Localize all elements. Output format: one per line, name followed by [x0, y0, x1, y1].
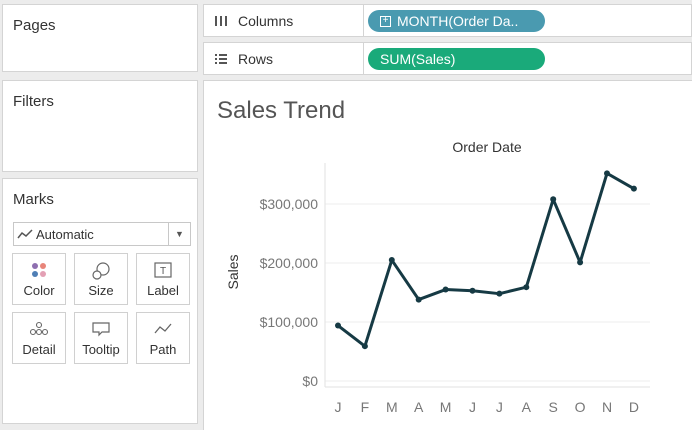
- line-chart[interactable]: $0$100,000$200,000$300,000J F M A M J J A S O N DOr…: [204, 81, 692, 430]
- size-icon: [75, 262, 127, 280]
- svg-text:T: T: [160, 266, 166, 277]
- columns-label-text: Columns: [238, 12, 294, 29]
- detail-icon: [13, 321, 65, 337]
- pages-title: Pages: [13, 17, 56, 34]
- label-button[interactable]: T Label: [136, 253, 190, 305]
- x-tick-label: D: [629, 399, 639, 415]
- x-tick-label: J: [335, 399, 342, 415]
- data-point[interactable]: [496, 290, 503, 297]
- tooltip-icon: [75, 321, 127, 337]
- line-mark-icon: [14, 228, 36, 240]
- data-point[interactable]: [415, 296, 422, 303]
- data-point[interactable]: [523, 284, 530, 291]
- sum-sales-pill[interactable]: SUM(Sales): [368, 48, 545, 70]
- x-tick-label: N: [602, 399, 612, 415]
- y-tick-label: $200,000: [260, 255, 319, 271]
- path-label: Path: [149, 342, 177, 357]
- mark-type-dropdown[interactable]: Automatic ▼: [13, 222, 191, 246]
- data-point[interactable]: [604, 170, 610, 177]
- data-point[interactable]: [442, 286, 449, 293]
- x-tick-label: A: [414, 399, 424, 415]
- column-header-label: Order Date: [452, 139, 521, 155]
- marks-title: Marks: [13, 191, 54, 208]
- color-icon: [13, 262, 65, 278]
- columns-pill-text: MONTH(Order Da..: [397, 13, 519, 29]
- tooltip-button[interactable]: Tooltip: [74, 312, 128, 364]
- x-tick-label: M: [386, 399, 398, 415]
- columns-icon: [212, 15, 230, 27]
- label-label: Label: [147, 283, 179, 298]
- x-tick-label: J: [496, 399, 503, 415]
- tooltip-label: Tooltip: [82, 342, 120, 357]
- marks-panel: Marks Automatic ▼ Color Size T Label Det…: [2, 178, 198, 424]
- size-label: Size: [88, 283, 114, 298]
- data-point[interactable]: [577, 259, 584, 266]
- detail-label: Detail: [22, 342, 56, 357]
- x-tick-label: J: [469, 399, 476, 415]
- label-icon: T: [137, 262, 189, 278]
- detail-button[interactable]: Detail: [12, 312, 66, 364]
- mark-type-label: Automatic: [36, 226, 94, 242]
- x-tick-label: S: [549, 399, 558, 415]
- data-point[interactable]: [550, 196, 557, 203]
- y-tick-label: $300,000: [260, 196, 319, 212]
- y-tick-label: $100,000: [260, 314, 319, 330]
- filters-panel[interactable]: Filters: [2, 80, 198, 172]
- size-button[interactable]: Size: [74, 253, 128, 305]
- x-tick-label: F: [361, 399, 370, 415]
- chevron-down-icon[interactable]: ▼: [168, 223, 190, 245]
- filters-title: Filters: [13, 93, 54, 110]
- path-icon: [137, 321, 189, 337]
- color-label: Color: [23, 283, 55, 298]
- rows-shelf-label: Rows: [204, 43, 364, 74]
- tableau-workspace: Pages Filters Marks Automatic ▼ Color Si…: [0, 0, 692, 430]
- x-tick-label: M: [440, 399, 452, 415]
- rows-shelf[interactable]: Rows SUM(Sales): [203, 42, 692, 75]
- pages-panel[interactable]: Pages: [2, 4, 198, 72]
- data-point[interactable]: [335, 322, 341, 329]
- data-point[interactable]: [630, 185, 637, 192]
- y-axis-title: Sales: [225, 254, 241, 289]
- viz-area: Sales Trend $0 $100,000 $200,000 $300,000 J F…: [203, 80, 692, 430]
- rows-pill-text: SUM(Sales): [380, 51, 456, 67]
- data-point[interactable]: [469, 287, 476, 294]
- data-point[interactable]: [361, 343, 368, 350]
- rows-icon: [212, 53, 230, 65]
- x-tick-label: A: [522, 399, 532, 415]
- x-tick-label: O: [575, 399, 586, 415]
- y-tick-label: $0: [302, 373, 318, 389]
- rows-label-text: Rows: [238, 50, 274, 67]
- data-point[interactable]: [388, 257, 395, 264]
- expand-plus-icon[interactable]: +: [380, 15, 391, 27]
- columns-shelf[interactable]: Columns + MONTH(Order Da..: [203, 4, 692, 37]
- columns-shelf-label: Columns: [204, 5, 364, 36]
- path-button[interactable]: Path: [136, 312, 190, 364]
- month-order-date-pill[interactable]: + MONTH(Order Da..: [368, 10, 545, 32]
- sales-line[interactable]: [337, 171, 635, 348]
- color-button[interactable]: Color: [12, 253, 66, 305]
